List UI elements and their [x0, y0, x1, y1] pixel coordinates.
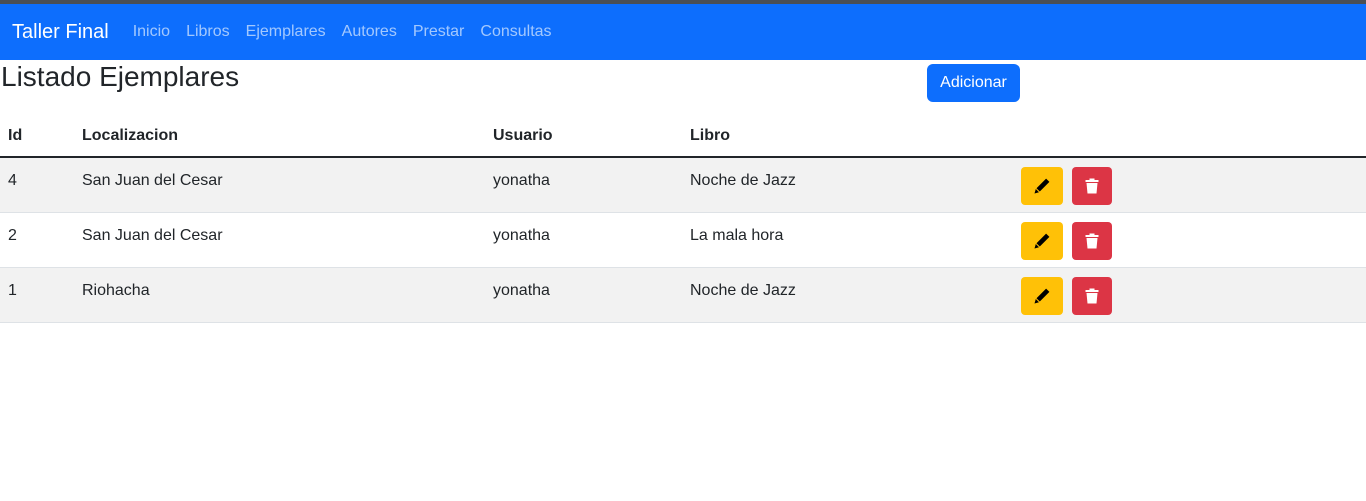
page-header: Listado Ejemplares Adicionar [0, 60, 1366, 116]
navbar-brand[interactable]: Taller Final [12, 21, 109, 44]
cell-usuario: yonatha [485, 267, 682, 323]
nav-link-libros[interactable]: Libros [186, 23, 230, 41]
pencil-icon [1034, 178, 1050, 194]
trash-icon [1085, 288, 1099, 303]
table-row: 1 Riohacha yonatha Noche de Jazz [0, 267, 1366, 323]
table-row: 4 San Juan del Cesar yonatha Noche de Ja… [0, 157, 1366, 213]
header-actions [1005, 116, 1366, 158]
delete-button[interactable] [1072, 167, 1113, 205]
header-localizacion: Localizacion [74, 116, 485, 158]
cell-id: 2 [0, 212, 74, 268]
edit-button[interactable] [1021, 167, 1063, 205]
nav-link-prestar[interactable]: Prestar [413, 23, 465, 41]
trash-icon [1085, 233, 1099, 248]
page-title: Listado Ejemplares [1, 61, 240, 92]
edit-button[interactable] [1021, 221, 1063, 260]
nav-link-autores[interactable]: Autores [342, 23, 397, 41]
cell-libro: Noche de Jazz [682, 157, 1005, 213]
ejemplares-table: Id Localizacion Usuario Libro 4 San Juan… [0, 116, 1366, 323]
cell-usuario: yonatha [485, 212, 682, 268]
pencil-icon [1034, 233, 1050, 248]
cell-libro: La mala hora [682, 212, 1005, 268]
cell-localizacion: San Juan del Cesar [74, 157, 485, 213]
cell-actions [1005, 212, 1366, 268]
add-button[interactable]: Adicionar [927, 64, 1020, 102]
cell-id: 4 [0, 157, 74, 213]
nav-link-inicio[interactable]: Inicio [133, 23, 170, 41]
cell-localizacion: Riohacha [74, 267, 485, 323]
cell-actions [1005, 267, 1366, 323]
delete-button[interactable] [1072, 221, 1113, 260]
navbar: Taller Final Inicio Libros Ejemplares Au… [0, 4, 1366, 60]
table-row: 2 San Juan del Cesar yonatha La mala hor… [0, 212, 1366, 268]
header-usuario: Usuario [485, 116, 682, 158]
pencil-icon [1034, 288, 1050, 303]
table-header-row: Id Localizacion Usuario Libro [0, 116, 1366, 158]
nav-link-ejemplares[interactable]: Ejemplares [246, 23, 326, 41]
header-id: Id [0, 116, 74, 158]
cell-localizacion: San Juan del Cesar [74, 212, 485, 268]
edit-button[interactable] [1021, 276, 1063, 315]
cell-usuario: yonatha [485, 157, 682, 213]
header-libro: Libro [682, 116, 1005, 158]
delete-button[interactable] [1072, 276, 1113, 315]
nav-link-consultas[interactable]: Consultas [480, 23, 551, 41]
cell-actions [1005, 157, 1366, 213]
cell-id: 1 [0, 267, 74, 323]
trash-icon [1085, 178, 1099, 194]
cell-libro: Noche de Jazz [682, 267, 1005, 323]
